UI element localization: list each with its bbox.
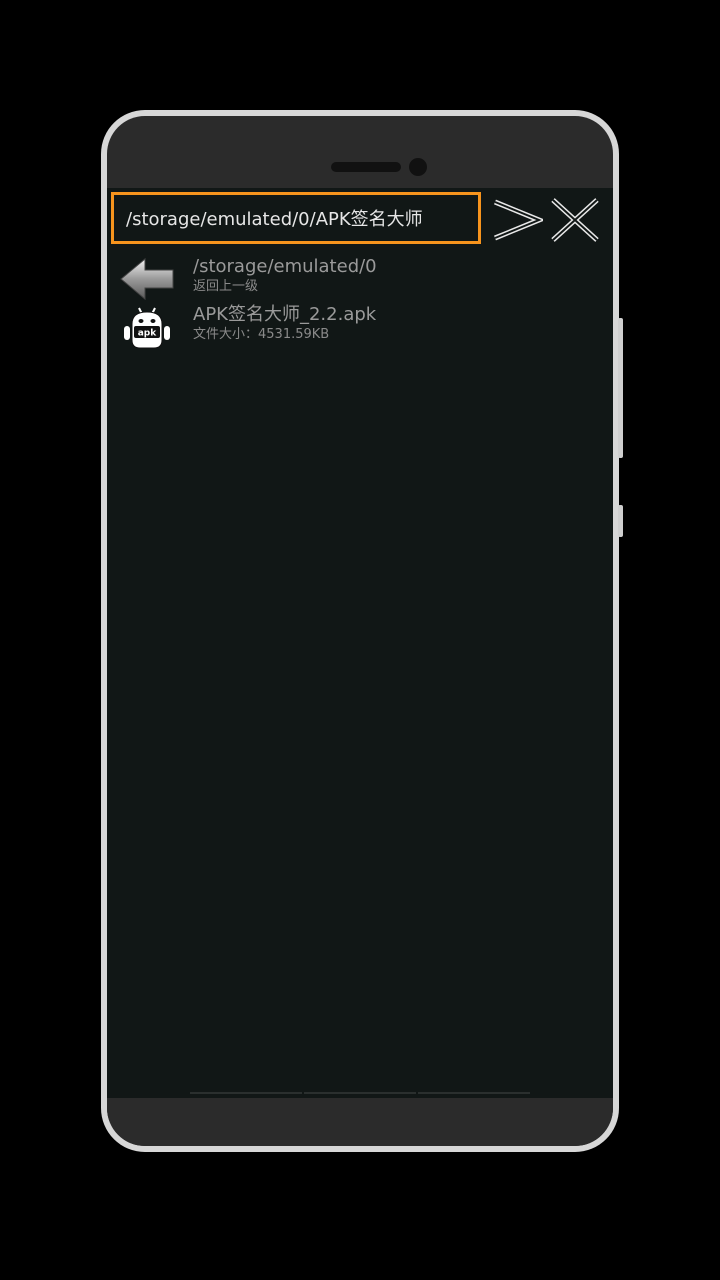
item-title: APK签名大师_2.2.apk [193,304,377,325]
item-text: APK签名大师_2.2.apk 文件大小：4531.59KB [193,304,376,343]
apk-icon-label: apk [138,329,158,339]
apk-android-icon: apk [119,304,175,350]
close-icon [551,198,599,242]
volume-button [618,318,623,458]
file-browser-screen: /storage/emulated/0/APK签名大师 /storage/emu… [107,188,613,1098]
list-item-parent-dir[interactable]: /storage/emulated/0 返回上一级 [119,256,599,302]
item-subtitle: 文件大小：4531.59KB [193,327,330,342]
current-path-text: /storage/emulated/0/APK签名大师 [126,209,423,230]
list-item-apk-file[interactable]: apk APK签名大师_2.2.apk 文件大小：4531.59KB [119,304,599,350]
item-subtitle: 返回上一级 [193,279,259,294]
chevron-right-icon [494,199,546,241]
soft-key-divider [190,1092,302,1094]
back-arrow-icon [119,256,175,302]
phone-body: /storage/emulated/0/APK签名大师 /storage/emu… [107,116,613,1146]
speaker-grille [331,162,401,172]
current-path-field[interactable]: /storage/emulated/0/APK签名大师 [111,192,481,244]
phone-frame: /storage/emulated/0/APK签名大师 /storage/emu… [101,110,623,1152]
soft-key-divider [418,1092,530,1094]
soft-key-divider [304,1092,416,1094]
power-button [618,505,623,537]
forward-button[interactable] [491,196,546,244]
item-title: /storage/emulated/0 [193,256,377,277]
close-button[interactable] [549,196,599,244]
phone-bottom-bezel [107,1098,613,1146]
item-text: /storage/emulated/0 返回上一级 [193,256,377,295]
front-camera [409,158,427,176]
